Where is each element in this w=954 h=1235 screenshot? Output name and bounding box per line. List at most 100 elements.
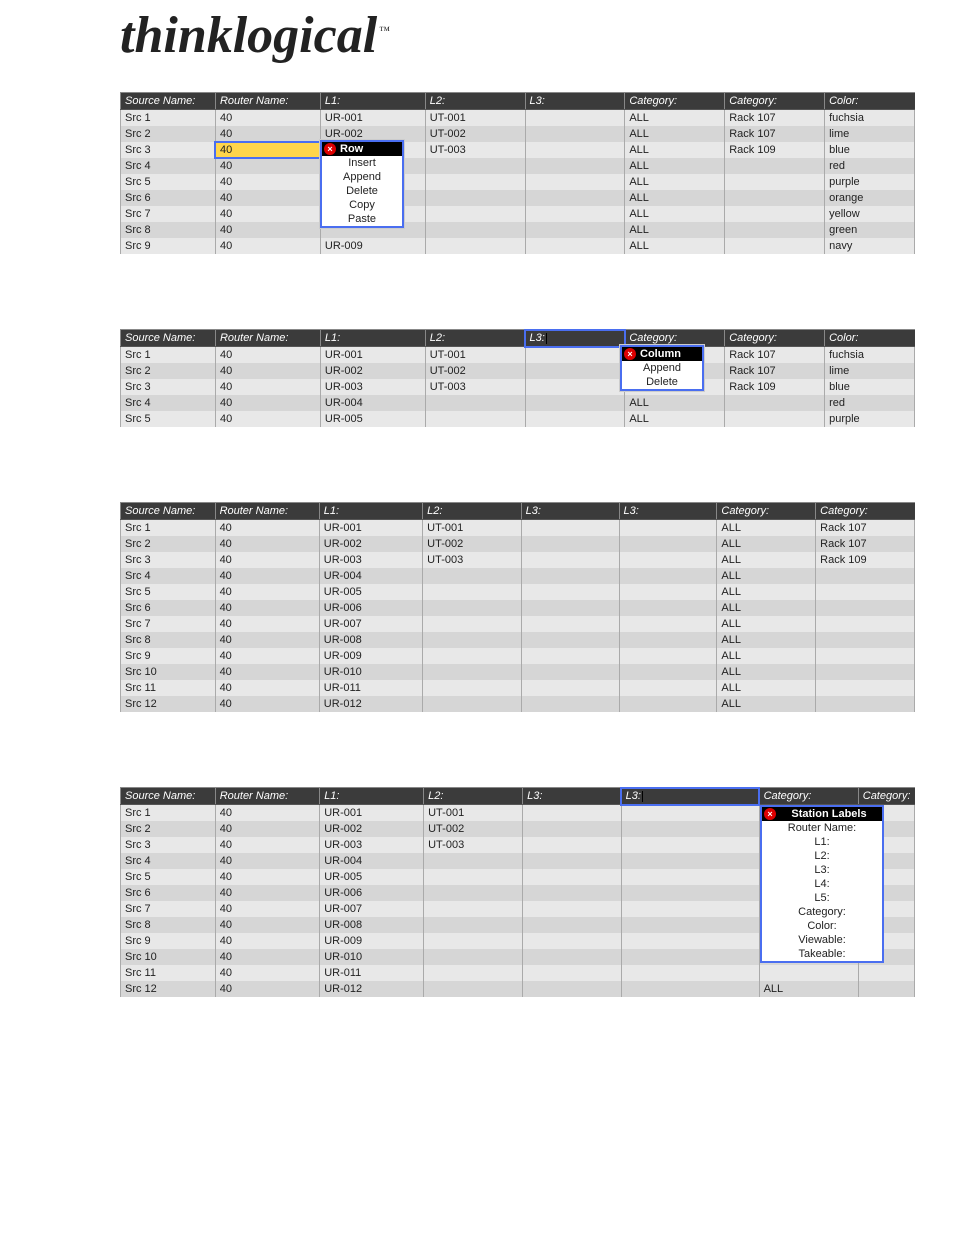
table-row[interactable]: Src 140UR-001UT-001Rack 107fuchsia	[121, 347, 915, 364]
cell-l3a[interactable]	[523, 805, 622, 822]
th-category[interactable]: Category:	[717, 503, 816, 520]
th-category2[interactable]: Category:	[725, 330, 825, 347]
col-menu-delete[interactable]: Delete	[622, 375, 702, 389]
th-l3-editing[interactable]: L3:	[525, 330, 625, 347]
cell-src[interactable]: Src 2	[121, 126, 216, 142]
table-row[interactable]: Src 1240UR-012ALL	[121, 696, 915, 712]
cell-color[interactable]: red	[825, 395, 915, 411]
cell-rtr[interactable]: 40	[215, 869, 319, 885]
cell-l2[interactable]: UT-001	[424, 805, 523, 822]
cell-color[interactable]: lime	[825, 126, 915, 142]
cell-l3a[interactable]	[521, 648, 619, 664]
table-row[interactable]: Src 440UR-004ALL	[121, 568, 915, 584]
cell-l1[interactable]: UR-006	[320, 885, 424, 901]
cell-src[interactable]: Src 10	[121, 664, 216, 680]
table-row[interactable]: Src 540ALLpurple	[121, 174, 915, 190]
cell-l1[interactable]: UR-006	[319, 600, 422, 616]
cell-rtr[interactable]: 40	[215, 632, 319, 648]
cell-rtr[interactable]: 40	[215, 568, 319, 584]
th-l3[interactable]: L3:	[525, 93, 625, 110]
cell-l3a[interactable]	[521, 552, 619, 568]
cell-rtr[interactable]: 40	[215, 933, 319, 949]
cell-l3[interactable]	[525, 238, 625, 254]
cell-l1[interactable]: UR-001	[320, 347, 425, 364]
cell-l2[interactable]	[425, 206, 525, 222]
cell-l3b[interactable]	[621, 885, 759, 901]
cell-l3[interactable]	[525, 206, 625, 222]
cell-l1[interactable]: UR-010	[320, 949, 424, 965]
cell-l3[interactable]	[525, 379, 625, 395]
cell-color[interactable]: purple	[825, 411, 915, 427]
cell-l2[interactable]: UT-003	[424, 837, 523, 853]
cell-l3a[interactable]	[521, 664, 619, 680]
cell-l3b[interactable]	[619, 696, 717, 712]
cell-cat[interactable]: ALL	[717, 648, 816, 664]
cell-cat2[interactable]	[725, 238, 825, 254]
cell-rtr[interactable]: 40	[215, 552, 319, 568]
cell-l3a[interactable]	[523, 917, 622, 933]
cell-l2[interactable]	[425, 222, 525, 238]
cell-cat[interactable]: ALL	[717, 520, 816, 537]
cell-src[interactable]: Src 1	[121, 110, 216, 127]
cell-color[interactable]: lime	[825, 363, 915, 379]
cell-rtr[interactable]: 40	[215, 885, 319, 901]
cell-cat2[interactable]: Rack 109	[725, 142, 825, 158]
cell-cat[interactable]: ALL	[717, 696, 816, 712]
cell-l1[interactable]: UR-010	[319, 664, 422, 680]
cell-l3b[interactable]	[619, 648, 717, 664]
th-l1[interactable]: L1:	[320, 330, 425, 347]
table-row[interactable]: Src 940UR-009ALLnavy	[121, 238, 915, 254]
cell-src[interactable]: Src 5	[121, 411, 216, 427]
cell-l2[interactable]	[424, 901, 523, 917]
cell-rtr[interactable]: 40	[215, 520, 319, 537]
cell-l1[interactable]: UR-003	[319, 552, 422, 568]
cell-cat[interactable]: ALL	[625, 395, 725, 411]
cell-l2[interactable]	[424, 917, 523, 933]
cell-src[interactable]: Src 4	[121, 395, 216, 411]
cell-rtr[interactable]: 40	[215, 901, 319, 917]
cell-src[interactable]: Src 6	[121, 190, 216, 206]
cell-l2[interactable]	[423, 600, 521, 616]
cell-l3[interactable]	[525, 126, 625, 142]
cell-rtr[interactable]: 40	[215, 600, 319, 616]
cell-l2[interactable]	[424, 949, 523, 965]
cell-cat2[interactable]	[816, 680, 915, 696]
cell-cat[interactable]: ALL	[625, 158, 725, 174]
table-row[interactable]: Src 240UR-002UT-002ALLRack 107lime	[121, 126, 915, 142]
cell-l1[interactable]: UR-001	[320, 110, 425, 127]
th-l1[interactable]: L1:	[320, 93, 425, 110]
cell-l3a[interactable]	[523, 981, 622, 997]
cell-l3b[interactable]	[621, 821, 759, 837]
cell-l1[interactable]: UR-012	[320, 981, 424, 997]
cell-l2[interactable]	[425, 395, 525, 411]
cell-l3b[interactable]	[621, 837, 759, 853]
cell-rtr[interactable]: 40	[215, 238, 320, 254]
th-l2[interactable]: L2:	[425, 93, 525, 110]
cell-rtr[interactable]: 40	[215, 965, 319, 981]
cell-l1[interactable]: UR-005	[320, 411, 425, 427]
cell-l1[interactable]: UR-011	[320, 965, 424, 981]
cell-src[interactable]: Src 4	[121, 158, 216, 174]
cell-cat2[interactable]	[816, 568, 915, 584]
table-row[interactable]: Src 140UR-001UT-001ALLRack 107fuchsia	[121, 110, 915, 127]
table-row[interactable]: Src 440UR-004ALLred	[121, 395, 915, 411]
cell-l1[interactable]: UR-009	[320, 933, 424, 949]
cell-l3[interactable]	[525, 347, 625, 364]
cell-rtr[interactable]: 40	[215, 190, 320, 206]
cell-l3a[interactable]	[521, 632, 619, 648]
cell-cat[interactable]	[759, 965, 858, 981]
cell-l2[interactable]: UT-002	[423, 536, 521, 552]
cell-l2[interactable]: UT-001	[423, 520, 521, 537]
cell-l3a[interactable]	[521, 680, 619, 696]
table-row[interactable]: Src 640ALLorange	[121, 190, 915, 206]
cell-cat[interactable]: ALL	[717, 680, 816, 696]
cell-l2[interactable]: UT-001	[425, 347, 525, 364]
cell-cat[interactable]: ALL	[625, 238, 725, 254]
cell-l3a[interactable]	[521, 696, 619, 712]
table-row[interactable]: Src 140UR-001UT-001ALLRack 107	[121, 520, 915, 537]
cell-l3b[interactable]	[619, 568, 717, 584]
th-router-name[interactable]: Router Name:	[215, 788, 319, 805]
cell-cat[interactable]: ALL	[625, 206, 725, 222]
th-l3a[interactable]: L3:	[521, 503, 619, 520]
cell-cat2[interactable]	[725, 158, 825, 174]
